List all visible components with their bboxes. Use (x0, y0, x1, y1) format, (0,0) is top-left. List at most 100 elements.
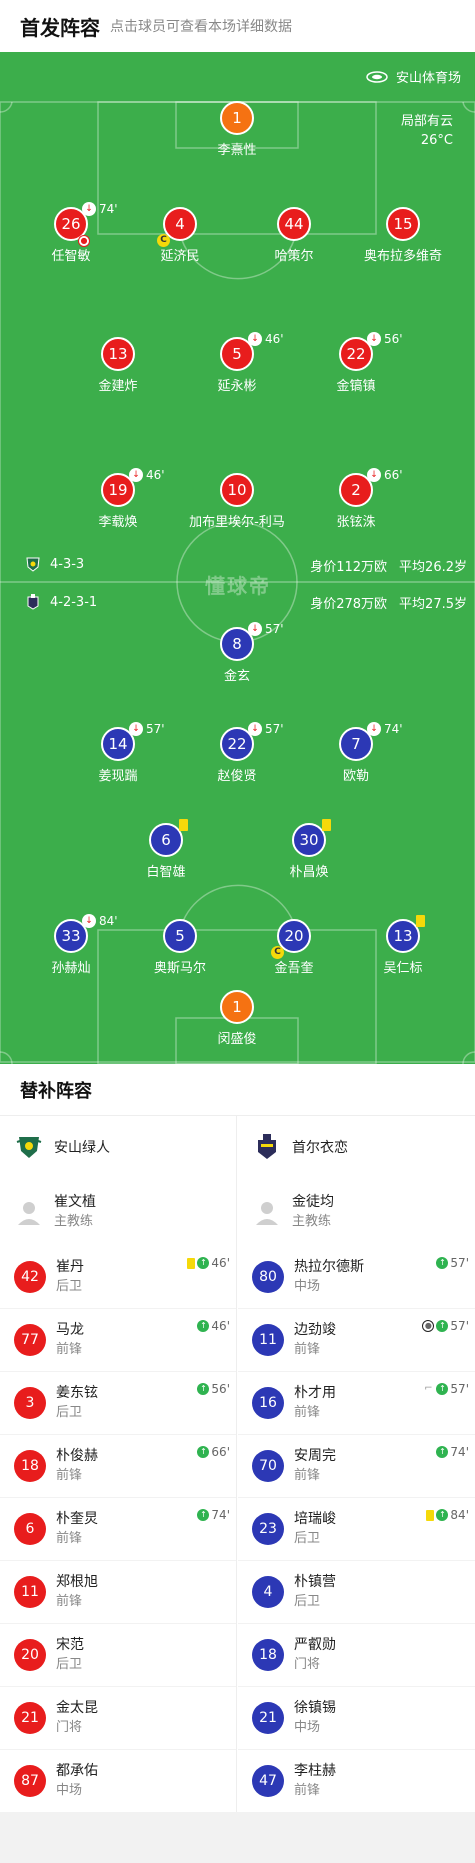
sub-number: 21 (252, 1702, 284, 1734)
page-bottom (0, 1812, 475, 1863)
away-team-row[interactable]: 首尔衣恋 (238, 1116, 475, 1178)
home-player-fw1[interactable]: 19 ↓ 46' 李载焕 (63, 468, 173, 530)
sub-name: 朴俊赫 (56, 1448, 98, 1464)
yellow-card-icon (179, 819, 188, 831)
lineup-header: 首发阵容 点击球员可查看本场详细数据 (0, 0, 475, 52)
home-sub-row[interactable]: 21 金太昆 门将 (0, 1687, 236, 1750)
captain-icon: C (157, 234, 170, 247)
sub-out-badge: ↓ 84' (82, 914, 118, 928)
home-team-row[interactable]: 安山绿人 (0, 1116, 236, 1178)
sub-position: 前锋 (56, 1468, 83, 1483)
sub-out-badge: ↓ 74' (367, 722, 403, 736)
player-name: 李载焕 (98, 515, 138, 530)
home-sub-row[interactable]: 3 姜东铉 后卫 ↑ 56' (0, 1372, 236, 1435)
stadium-icon (366, 70, 388, 83)
away-sub-row[interactable]: 16 朴才用 前锋 ⌐ ↑ 57' (238, 1372, 475, 1435)
player-number: 10 (220, 473, 254, 507)
home-sub-row[interactable]: 20 宋范 后卫 (0, 1624, 236, 1687)
sub-number: 42 (14, 1261, 46, 1293)
home-team-avg-age: 平均26.2岁 (399, 560, 467, 575)
home-formation-label: 4-3-3 (50, 556, 85, 572)
sub-out-icon: ↓ (367, 468, 381, 482)
home-player-fw2[interactable]: 10 加布里埃尔-利马 (182, 473, 292, 530)
away-sub-row[interactable]: 80 热拉尔德斯 中场 ↑ 57' (238, 1246, 475, 1309)
away-team-crest-icon (258, 1134, 276, 1159)
coach-role: 主教练 (54, 1214, 94, 1229)
sub-position: 前锋 (294, 1405, 321, 1420)
sub-events: ↑ 57' (436, 1256, 469, 1270)
sub-number: 70 (252, 1450, 284, 1482)
pitch: 安山体育场 局部有云 26°C 懂球帝 4-3-3 身价112万欧 平均26.2… (0, 52, 475, 1064)
home-player-def4[interactable]: 15 奥布拉多维奇 (348, 207, 458, 264)
away-player-w2[interactable]: 22 ↓ 57' 赵俊贤 (182, 722, 292, 784)
player-number: 6 (149, 823, 183, 857)
sub-name: 边劲竣 (294, 1322, 336, 1338)
sub-minute: 57' (450, 1382, 469, 1396)
away-player-gk[interactable]: 1 闵盛俊 (182, 990, 292, 1047)
away-player-def3[interactable]: 20 C 金吾奎 (239, 919, 349, 976)
home-player-fw3[interactable]: 2 ↓ 66' 张铉洙 (301, 468, 411, 530)
home-player-mid1[interactable]: 13 金建炸 (63, 337, 173, 394)
home-sub-row[interactable]: 42 崔丹 后卫 ↑ 46' (0, 1246, 236, 1309)
home-player-mid2[interactable]: 5 ↓ 46' 延永彬 (182, 332, 292, 394)
sub-out-badge: ↓ 57' (129, 722, 165, 736)
away-coach-row[interactable]: 金徒均 主教练 (238, 1178, 475, 1246)
away-player-def1[interactable]: 33 ↓ 84' 孙赫灿 (16, 914, 126, 976)
home-sub-row[interactable]: 18 朴俊赫 前锋 ↑ 66' (0, 1435, 236, 1498)
subs-title: 替补阵容 (0, 1064, 475, 1116)
sub-out-icon: ↓ (129, 468, 143, 482)
home-player-def1[interactable]: 26 ↓ 74' ● 任智敏 (16, 202, 126, 264)
away-player-am[interactable]: 8 ↓ 57' 金玄 (182, 622, 292, 684)
away-sub-row[interactable]: 23 培瑞峻 后卫 ↑ 84' (238, 1498, 475, 1561)
away-player-dm1[interactable]: 6 白智雄 (111, 819, 221, 880)
home-sub-row[interactable]: 6 朴奎炅 前锋 ↑ 74' (0, 1498, 236, 1561)
sub-in-icon: ↑ (197, 1257, 210, 1269)
away-sub-row[interactable]: 18 严叡勋 门将 (238, 1624, 475, 1687)
sub-minute: 66' (384, 468, 403, 482)
sub-name: 金太昆 (56, 1700, 98, 1716)
sub-in-icon: ↑ (436, 1446, 449, 1458)
player-name: 奥斯马尔 (153, 961, 206, 976)
away-sub-row[interactable]: 11 边劲竣 前锋 ● ↑ 57' (238, 1309, 475, 1372)
player-name: 孙赫灿 (51, 961, 91, 976)
home-player-def3[interactable]: 44 哈策尔 (239, 207, 349, 264)
away-player-def4[interactable]: 13 吴仁标 (348, 915, 458, 976)
subs-panel: 安山绿人 崔文植 主教练 42 崔丹后卫 ↑ 46' 77 马龙 前锋 ↑ 46' 3 姜东铉 后卫 ↑… (0, 1116, 475, 1813)
player-name: 朴昌焕 (289, 865, 329, 880)
sub-name: 朴才用 (294, 1385, 336, 1401)
sub-position: 前锋 (294, 1342, 321, 1357)
sub-position: 后卫 (56, 1657, 83, 1672)
sub-number: 3 (14, 1387, 46, 1419)
sub-position: 中场 (56, 1783, 83, 1798)
sub-minute: 84' (99, 914, 118, 928)
sub-out-icon: ↓ (248, 722, 262, 736)
home-coach-row[interactable]: 崔文植 主教练 (0, 1178, 236, 1246)
away-player-dm2[interactable]: 30 朴昌焕 (254, 819, 364, 880)
away-player-w3[interactable]: 7 ↓ 74' 欧勒 (301, 722, 411, 784)
coach-name: 金徒均 (292, 1194, 334, 1210)
player-number: 13 (386, 919, 420, 953)
player-name: 白智雄 (146, 865, 186, 880)
player-number: 44 (277, 207, 311, 241)
away-sub-row[interactable]: 47 李柱赫 前锋 (238, 1750, 475, 1813)
sub-out-badge: ↓ 74' (82, 202, 118, 216)
away-sub-row[interactable]: 4 朴镇营 后卫 (238, 1561, 475, 1624)
away-sub-row[interactable]: 21 徐镇锡 中场 (238, 1687, 475, 1750)
home-sub-row[interactable]: 87 都承佑 中场 (0, 1750, 236, 1813)
home-player-gk[interactable]: 1 李熹性 (182, 101, 292, 158)
away-player-w1[interactable]: 14 ↓ 57' 姜现踹 (63, 722, 173, 784)
away-sub-row[interactable]: 70 安周完 前锋 ↑ 74' (238, 1435, 475, 1498)
home-player-def2[interactable]: 4 C 延济民 (125, 207, 235, 264)
player-name: 金建炸 (98, 379, 138, 394)
player-name: 金镐镇 (336, 379, 376, 394)
home-sub-row[interactable]: 11 郑根旭 前锋 (0, 1561, 236, 1624)
home-sub-row[interactable]: 77 马龙 前锋 ↑ 46' (0, 1309, 236, 1372)
yellow-card-icon (322, 819, 331, 831)
home-player-mid3[interactable]: 22 ↓ 56' 金镐镇 (301, 332, 411, 394)
away-player-def2[interactable]: 5 奥斯马尔 (125, 919, 235, 976)
coach-avatar-icon (256, 1202, 278, 1225)
home-team-value: 身价112万欧 (310, 560, 388, 575)
sub-number: 20 (14, 1639, 46, 1671)
sub-name: 崔丹 (56, 1259, 84, 1275)
sub-events: ↑ 46' (197, 1319, 230, 1333)
